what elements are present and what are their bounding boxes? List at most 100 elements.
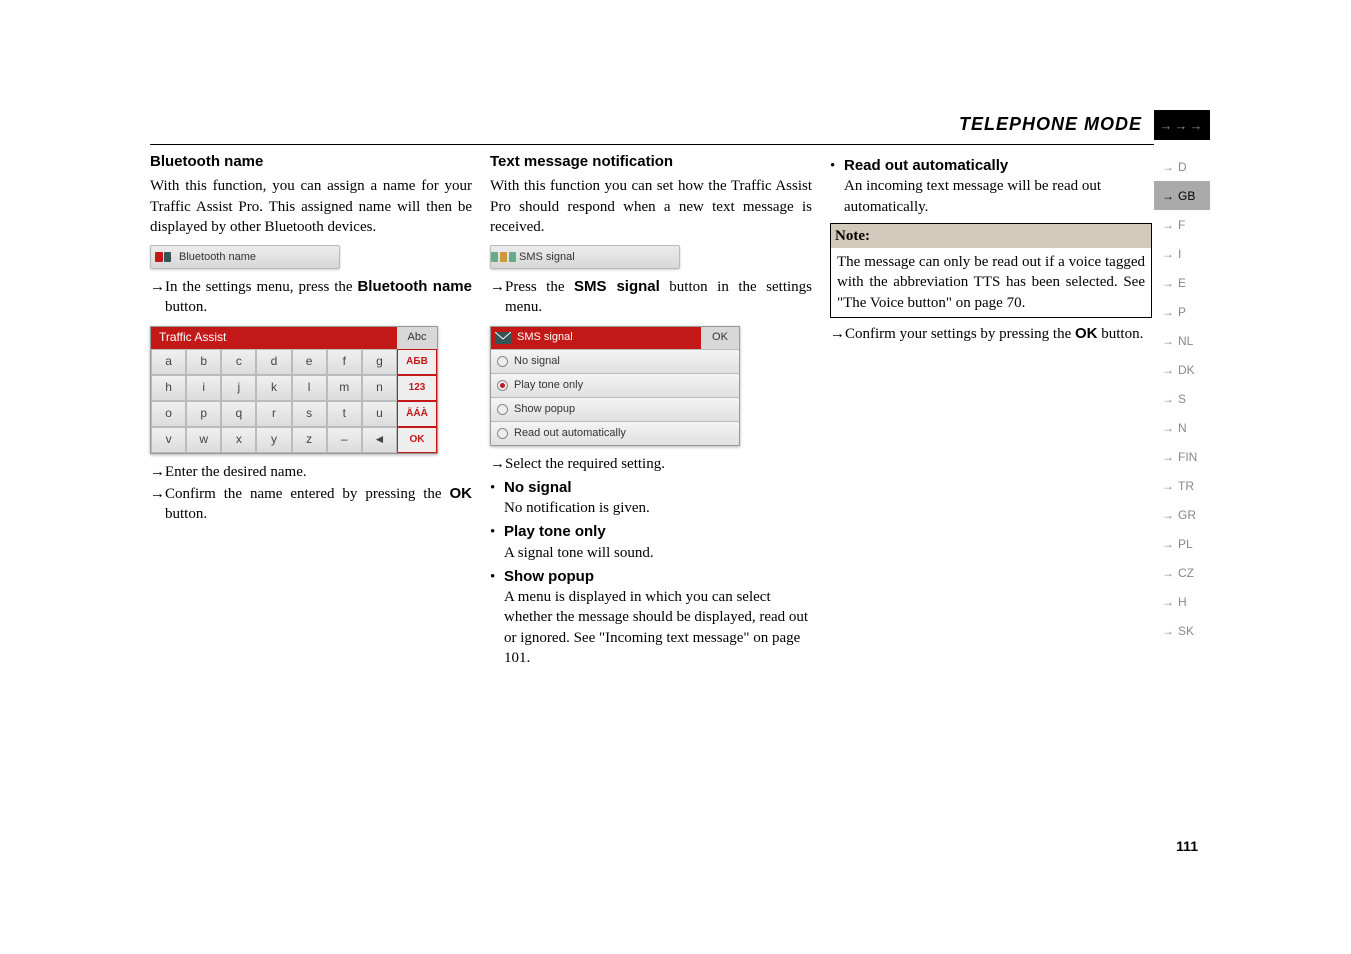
sms-option-no-signal[interactable]: No signal <box>491 349 739 373</box>
language-tab-d[interactable]: →D <box>1154 152 1210 181</box>
key[interactable]: h <box>151 375 186 401</box>
key[interactable]: a <box>151 349 186 375</box>
sms-button-label: SMS signal <box>519 250 575 265</box>
arrow-icon: → <box>1162 247 1174 261</box>
language-tab-fin[interactable]: →FIN <box>1154 442 1210 471</box>
bluetooth-icon <box>151 246 175 268</box>
key[interactable]: t <box>327 401 362 427</box>
sms-option-play-tone[interactable]: Play tone only <box>491 373 739 397</box>
step-confirm-ok: → Confirm your settings by pressing the … <box>830 324 1152 344</box>
key[interactable]: g <box>362 349 397 375</box>
key[interactable]: i <box>186 375 221 401</box>
sms-notification-heading: Text message notification <box>490 152 812 172</box>
language-tab-nl[interactable]: →NL <box>1154 326 1210 355</box>
arrow-icon: → <box>1162 189 1174 203</box>
header-bar: TELEPHONE MODE →→→ <box>959 110 1210 140</box>
bullet-show-popup: •Show popup A menu is displayed in which… <box>490 567 812 668</box>
arrow-icon: → <box>1162 276 1174 290</box>
key-side-numbers[interactable]: 123 <box>397 375 437 401</box>
radio-icon <box>497 404 508 415</box>
sms-panel-ok-button[interactable]: OK <box>701 327 739 349</box>
key[interactable]: m <box>327 375 362 401</box>
key[interactable]: b <box>186 349 221 375</box>
arrow-icon: → <box>1162 624 1174 638</box>
arrow-icon: → <box>1162 305 1174 319</box>
key[interactable]: q <box>221 401 256 427</box>
key[interactable]: x <box>221 427 256 453</box>
bullet-icon: • <box>490 522 504 542</box>
language-tab-cz[interactable]: →CZ <box>1154 558 1210 587</box>
language-tabs: →D→GB→F→I→E→P→NL→DK→S→N→FIN→TR→GR→PL→CZ→… <box>1154 152 1210 645</box>
column-2: Text message notification With this func… <box>490 152 812 668</box>
key[interactable]: n <box>362 375 397 401</box>
key[interactable]: e <box>292 349 327 375</box>
language-tab-gr[interactable]: →GR <box>1154 500 1210 529</box>
language-tab-pl[interactable]: →PL <box>1154 529 1210 558</box>
keyboard-mode-abc[interactable]: Abc <box>397 327 437 349</box>
step-press-sms: → Press the SMS signal button in the set… <box>490 277 812 318</box>
key-backspace[interactable]: ◄ <box>362 427 397 453</box>
language-tab-i[interactable]: →I <box>1154 239 1210 268</box>
step-arrow-icon: → <box>490 277 505 318</box>
radio-icon <box>497 380 508 391</box>
key-side-ok[interactable]: OK <box>397 427 437 453</box>
step-confirm-name: → Confirm the name entered by pressing t… <box>150 484 472 525</box>
language-tab-gb[interactable]: →GB <box>1154 181 1210 210</box>
column-1: Bluetooth name With this function, you c… <box>150 152 472 668</box>
arrow-icon: → <box>1162 537 1174 551</box>
mode-title: TELEPHONE MODE <box>959 110 1154 140</box>
bullet-no-signal: •No signal No notification is given. <box>490 478 812 519</box>
header-rule <box>150 144 1154 145</box>
key[interactable]: z <box>292 427 327 453</box>
key[interactable]: r <box>256 401 291 427</box>
key[interactable]: j <box>221 375 256 401</box>
language-tab-p[interactable]: →P <box>1154 297 1210 326</box>
step-arrow-icon: → <box>150 462 165 482</box>
language-tab-tr[interactable]: →TR <box>1154 471 1210 500</box>
note-body: The message can only be read out if a vo… <box>837 252 1145 313</box>
language-tab-h[interactable]: →H <box>1154 587 1210 616</box>
bullet-play-tone: •Play tone only A signal tone will sound… <box>490 522 812 563</box>
language-tab-e[interactable]: →E <box>1154 268 1210 297</box>
sms-notification-intro: With this function you can set how the T… <box>490 176 812 237</box>
sms-signal-panel: SMS signal OK No signal Play tone only S… <box>490 326 740 446</box>
key[interactable]: f <box>327 349 362 375</box>
key[interactable]: o <box>151 401 186 427</box>
language-tab-sk[interactable]: →SK <box>1154 616 1210 645</box>
sms-option-read-out[interactable]: Read out automatically <box>491 421 739 445</box>
key[interactable]: u <box>362 401 397 427</box>
radio-icon <box>497 428 508 439</box>
bullet-read-out: •Read out automatically An incoming text… <box>830 156 1152 217</box>
step-enter-name: → Enter the desired name. <box>150 462 472 482</box>
step-text: In the settings menu, press the Bluetoot… <box>165 277 472 318</box>
key[interactable]: y <box>256 427 291 453</box>
sms-signal-button[interactable]: SMS signal <box>490 245 680 269</box>
arrow-icon: → <box>1162 595 1174 609</box>
step-arrow-icon: → <box>830 324 845 344</box>
note-title: Note: <box>831 224 1151 248</box>
key[interactable]: k <box>256 375 291 401</box>
column-3: •Read out automatically An incoming text… <box>830 152 1152 668</box>
key-side-cyrillic[interactable]: АБВ <box>397 349 437 375</box>
bluetooth-name-button[interactable]: Bluetooth name <box>150 245 340 269</box>
key[interactable]: w <box>186 427 221 453</box>
key[interactable]: – <box>327 427 362 453</box>
note-box: Note: The message can only be read out i… <box>830 223 1152 318</box>
arrow-icon: → <box>1162 334 1174 348</box>
key[interactable]: v <box>151 427 186 453</box>
sms-panel-title: SMS signal <box>517 330 573 345</box>
key[interactable]: d <box>256 349 291 375</box>
key[interactable]: l <box>292 375 327 401</box>
language-tab-dk[interactable]: →DK <box>1154 355 1210 384</box>
step-select-setting: → Select the required setting. <box>490 454 812 474</box>
key[interactable]: p <box>186 401 221 427</box>
language-tab-n[interactable]: →N <box>1154 413 1210 442</box>
language-tab-s[interactable]: →S <box>1154 384 1210 413</box>
key[interactable]: s <box>292 401 327 427</box>
language-tab-f[interactable]: →F <box>1154 210 1210 239</box>
arrow-icon: → <box>1162 363 1174 377</box>
sms-option-show-popup[interactable]: Show popup <box>491 397 739 421</box>
arrow-icon: → <box>1162 479 1174 493</box>
key-side-accents[interactable]: ÄÁÀ <box>397 401 437 427</box>
key[interactable]: c <box>221 349 256 375</box>
